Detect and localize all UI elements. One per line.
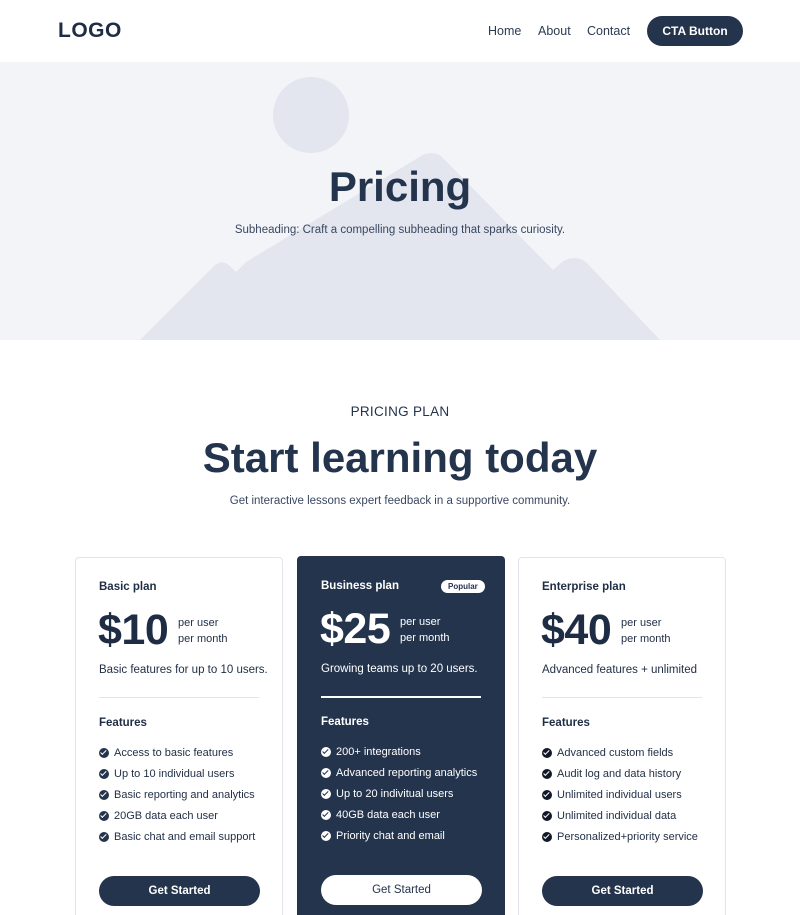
hero-section: Pricing Subheading: Craft a compelling s…: [0, 62, 800, 340]
feature-list: Access to basic features Up to 10 indivi…: [99, 742, 255, 847]
feature-label: 40GB data each user: [336, 808, 440, 821]
check-circle-icon: [321, 809, 331, 820]
plan-description: Growing teams up to 20 users.: [321, 663, 478, 675]
feature-item: 20GB data each user: [99, 805, 255, 826]
check-circle-icon: [99, 747, 109, 758]
plan-price: $25: [320, 605, 391, 653]
check-circle-icon: [99, 789, 109, 800]
check-circle-icon: [99, 768, 109, 779]
feature-label: Personalized+priority service: [557, 830, 698, 843]
per-user-label: per user: [178, 617, 219, 629]
plan-price: $10: [98, 606, 169, 654]
check-circle-icon: [99, 831, 109, 842]
check-circle-icon: [542, 747, 552, 758]
pricing-card-business: Business plan Popular $25 per user per m…: [297, 556, 505, 915]
cta-button[interactable]: CTA Button: [647, 16, 743, 46]
per-user-label: per user: [621, 617, 662, 629]
get-started-button-basic[interactable]: Get Started: [99, 876, 260, 906]
popular-badge: Popular: [441, 580, 485, 593]
card-divider: [321, 696, 481, 698]
feature-label: Up to 20 indivitual users: [336, 787, 454, 800]
feature-list: Advanced custom fields Audit log and dat…: [542, 742, 698, 847]
plan-description: Basic features for up to 10 users.: [99, 664, 268, 676]
pricing-card-enterprise: Enterprise plan $40 per user per month A…: [518, 557, 726, 915]
feature-label: Priority chat and email: [336, 829, 445, 842]
plan-price-unit: per user per month: [178, 615, 228, 647]
feature-label: Unlimited individual users: [557, 788, 682, 801]
check-circle-icon: [542, 831, 552, 842]
feature-label: Audit log and data history: [557, 767, 682, 780]
plan-name: Business plan: [321, 580, 399, 592]
feature-item: 200+ integrations: [321, 741, 477, 762]
check-circle-icon: [321, 767, 331, 778]
placeholder-sun-shape: [273, 77, 349, 153]
check-circle-icon: [542, 789, 552, 800]
features-heading: Features: [321, 716, 369, 728]
feature-label: Advanced custom fields: [557, 746, 674, 759]
feature-label: Unlimited individual data: [557, 809, 677, 822]
per-month-label: per month: [178, 633, 228, 645]
nav-contact-link[interactable]: Contact: [587, 24, 630, 38]
per-month-label: per month: [400, 632, 450, 644]
feature-list: 200+ integrations Advanced reporting ana…: [321, 741, 477, 846]
hero-subtitle: Subheading: Craft a compelling subheadin…: [234, 224, 566, 236]
card-divider: [99, 697, 259, 698]
plan-price-unit: per user per month: [400, 614, 450, 646]
feature-item: Personalized+priority service: [542, 826, 698, 847]
section-title: Start learning today: [202, 434, 598, 481]
feature-label: Basic reporting and analytics: [114, 788, 255, 801]
check-circle-icon: [321, 746, 331, 757]
check-circle-icon: [99, 810, 109, 821]
per-month-label: per month: [621, 633, 671, 645]
feature-label: 20GB data each user: [114, 809, 218, 822]
feature-label: 200+ integrations: [336, 745, 421, 758]
feature-item: 40GB data each user: [321, 804, 477, 825]
feature-label: Access to basic features: [114, 746, 234, 759]
get-started-button-enterprise[interactable]: Get Started: [542, 876, 703, 906]
feature-item: Priority chat and email: [321, 825, 477, 846]
feature-item: Up to 20 indivitual users: [321, 783, 477, 804]
feature-item: Audit log and data history: [542, 763, 698, 784]
plan-price-unit: per user per month: [621, 615, 671, 647]
section-eyebrow: PRICING PLAN: [350, 404, 450, 419]
nav-about-link[interactable]: About: [538, 24, 571, 38]
feature-item: Basic chat and email support: [99, 826, 255, 847]
features-heading: Features: [542, 717, 590, 729]
hero-title: Pricing: [328, 163, 472, 210]
plan-description: Advanced features + unlimited: [542, 664, 698, 676]
feature-item: Advanced custom fields: [542, 742, 698, 763]
feature-item: Basic reporting and analytics: [99, 784, 255, 805]
get-started-button-business[interactable]: Get Started: [321, 875, 482, 905]
feature-item: Access to basic features: [99, 742, 255, 763]
check-circle-icon: [542, 768, 552, 779]
check-circle-icon: [321, 788, 331, 799]
nav-home-link[interactable]: Home: [488, 24, 521, 38]
features-heading: Features: [99, 717, 147, 729]
logo[interactable]: LOGO: [58, 19, 122, 43]
check-circle-icon: [321, 830, 331, 841]
plan-name: Enterprise plan: [542, 581, 626, 593]
feature-item: Unlimited individual data: [542, 805, 698, 826]
feature-item: Up to 10 individual users: [99, 763, 255, 784]
feature-label: Advanced reporting analytics: [336, 766, 478, 779]
check-circle-icon: [542, 810, 552, 821]
section-subtitle: Get interactive lessons expert feedback …: [229, 495, 571, 507]
plan-price: $40: [541, 606, 612, 654]
feature-label: Up to 10 individual users: [114, 767, 235, 780]
card-divider: [542, 697, 702, 698]
feature-label: Basic chat and email support: [114, 830, 256, 843]
site-header: LOGO Home About Contact CTA Button: [0, 0, 800, 62]
feature-item: Advanced reporting analytics: [321, 762, 477, 783]
pricing-card-basic: Basic plan $10 per user per month Basic …: [75, 557, 283, 915]
plan-name: Basic plan: [99, 581, 157, 593]
per-user-label: per user: [400, 616, 441, 628]
feature-item: Unlimited individual users: [542, 784, 698, 805]
